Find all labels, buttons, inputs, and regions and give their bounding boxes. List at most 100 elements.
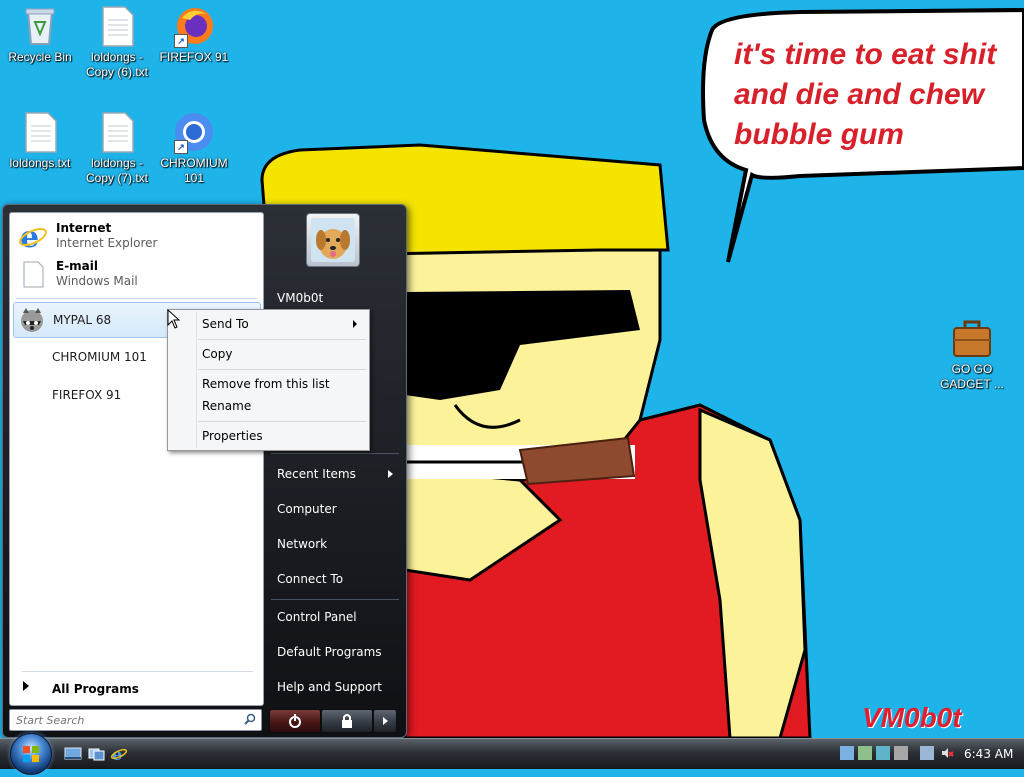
- recycle-bin-icon: [18, 4, 62, 48]
- all-programs-button[interactable]: All Programs: [18, 677, 254, 699]
- start-search-input[interactable]: [14, 710, 238, 730]
- chevron-right-icon: [383, 717, 388, 725]
- desktop-icon-label: loldongs.txt: [9, 156, 71, 170]
- all-programs-separator: [22, 671, 253, 672]
- right-item-connect-to[interactable]: Connect To: [271, 564, 399, 594]
- lock-icon: [342, 714, 352, 728]
- right-item-recent-items[interactable]: Recent Items: [271, 459, 399, 489]
- start-menu-programs-pane: e Internet Internet Explorer E-mail Wind…: [9, 212, 264, 706]
- context-item-label: Remove from this list: [202, 377, 330, 391]
- right-item-label: Network: [277, 537, 328, 551]
- internet-explorer-quicklaunch-icon[interactable]: e: [110, 745, 128, 764]
- context-item-copy[interactable]: Copy: [170, 343, 367, 365]
- firefox-icon: ↗: [172, 4, 216, 48]
- context-item-send-to[interactable]: Send To: [170, 313, 367, 335]
- wallpaper-speech-text: it's time to eat shit and die and chew b…: [734, 38, 997, 151]
- volume-muted-icon[interactable]: [940, 746, 954, 760]
- dog-avatar-icon: [311, 218, 355, 262]
- desktop-icon-go-go-gadget[interactable]: GO GO GADGET ...: [932, 316, 1012, 392]
- pinned-item-email[interactable]: E-mail Windows Mail: [14, 255, 258, 291]
- triangle-right-icon: [23, 681, 29, 691]
- context-menu: Send To Copy Remove from this list Renam…: [167, 309, 370, 451]
- wallpaper-signature: VM0b0t: [862, 702, 962, 733]
- recent-item-label: CHROMIUM 101: [52, 350, 147, 364]
- context-item-label: Rename: [202, 399, 252, 413]
- recent-item-label: MYPAL 68: [53, 313, 112, 327]
- right-item-label: Default Programs: [277, 645, 382, 659]
- desktop-icon-loldongs-copy-6[interactable]: loldongs - Copy (6).txt: [77, 4, 157, 80]
- right-item-label: Help and Support: [277, 680, 382, 694]
- context-item-label: Properties: [202, 429, 263, 443]
- right-pane-separator: [271, 453, 399, 454]
- context-item-rename[interactable]: Rename: [170, 395, 367, 417]
- internet-explorer-icon: e: [18, 220, 48, 255]
- right-item-label: Computer: [277, 502, 337, 516]
- start-search-box[interactable]: [9, 709, 262, 731]
- desktop-icon-label: FIREFOX 91: [159, 50, 229, 64]
- text-file-icon: [95, 110, 139, 154]
- desktop-icon-recycle-bin[interactable]: Recycle Bin: [0, 4, 80, 65]
- start-button[interactable]: [10, 733, 52, 775]
- desktop-icon-label: Recycle Bin: [8, 50, 72, 64]
- right-pane-separator: [271, 599, 399, 600]
- briefcase-icon: [950, 316, 994, 360]
- right-item-help-support[interactable]: Help and Support: [271, 672, 399, 702]
- right-item-label: Recent Items: [277, 467, 356, 481]
- taskbar-clock[interactable]: 6:43 AM: [964, 747, 1013, 761]
- submenu-arrow-icon: [388, 470, 393, 478]
- right-item-label: Control Panel: [277, 610, 357, 624]
- user-name-label: VM0b0t: [277, 291, 324, 305]
- windows-logo-icon: [23, 746, 39, 762]
- tray-icon-2[interactable]: [858, 746, 872, 760]
- network-tray-icon[interactable]: [920, 746, 934, 760]
- shutdown-options-button[interactable]: [373, 709, 397, 733]
- power-button[interactable]: [269, 709, 321, 733]
- submenu-arrow-icon: [353, 320, 357, 328]
- pinned-separator: [16, 298, 257, 299]
- tray-icon-4[interactable]: [894, 746, 908, 760]
- text-file-icon: [95, 4, 139, 48]
- context-separator: [198, 421, 366, 422]
- lock-button[interactable]: [321, 709, 373, 733]
- windows-mail-icon: [18, 259, 48, 289]
- recent-item-label: FIREFOX 91: [52, 388, 122, 402]
- power-icon: [289, 714, 301, 728]
- start-menu: e Internet Internet Explorer E-mail Wind…: [2, 204, 407, 738]
- mouse-cursor-icon: [167, 309, 181, 329]
- right-item-computer[interactable]: Computer: [271, 494, 399, 524]
- pinned-item-title: Internet: [56, 221, 112, 235]
- pinned-item-subtitle: Internet Explorer: [56, 236, 158, 250]
- power-button-bar: [269, 709, 397, 733]
- switch-windows-icon[interactable]: [88, 746, 106, 762]
- desktop-icon-label: CHROMIUM 101: [160, 156, 228, 185]
- desktop-icon-chromium[interactable]: ↗ CHROMIUM 101: [154, 110, 234, 186]
- chromium-icon: ↗: [172, 110, 216, 154]
- context-item-label: Send To: [202, 317, 249, 331]
- pinned-item-subtitle: Windows Mail: [56, 274, 138, 288]
- pinned-item-title: E-mail: [56, 259, 99, 273]
- desktop-icon-firefox[interactable]: ↗ FIREFOX 91: [154, 4, 234, 65]
- context-item-label: Copy: [202, 347, 233, 361]
- search-icon[interactable]: [244, 713, 256, 728]
- right-item-network[interactable]: Network: [271, 529, 399, 559]
- desktop-icon-loldongs[interactable]: loldongs.txt: [0, 110, 80, 171]
- right-item-default-programs[interactable]: Default Programs: [271, 637, 399, 667]
- shortcut-arrow-icon: ↗: [174, 140, 188, 154]
- tray-icon-1[interactable]: [840, 746, 854, 760]
- right-item-control-panel[interactable]: Control Panel: [271, 602, 399, 632]
- desktop-icon-label: loldongs - Copy (6).txt: [85, 50, 148, 79]
- taskbar: e 6:43 AM: [0, 738, 1024, 769]
- context-item-properties[interactable]: Properties: [170, 425, 367, 447]
- context-item-remove-from-list[interactable]: Remove from this list: [170, 373, 367, 395]
- desktop-icon-loldongs-copy-7[interactable]: loldongs - Copy (7).txt: [77, 110, 157, 186]
- user-avatar[interactable]: [306, 213, 360, 267]
- desktop-icon-label: GO GO GADGET ...: [940, 362, 1004, 391]
- all-programs-label: All Programs: [52, 682, 139, 696]
- context-separator: [198, 339, 366, 340]
- raccoon-icon: [17, 305, 47, 338]
- show-desktop-icon[interactable]: [64, 746, 82, 762]
- text-file-icon: [18, 110, 62, 154]
- desktop-icon-label: loldongs - Copy (7).txt: [85, 156, 148, 185]
- tray-icon-3[interactable]: [876, 746, 890, 760]
- pinned-item-internet[interactable]: e Internet Internet Explorer: [14, 217, 258, 255]
